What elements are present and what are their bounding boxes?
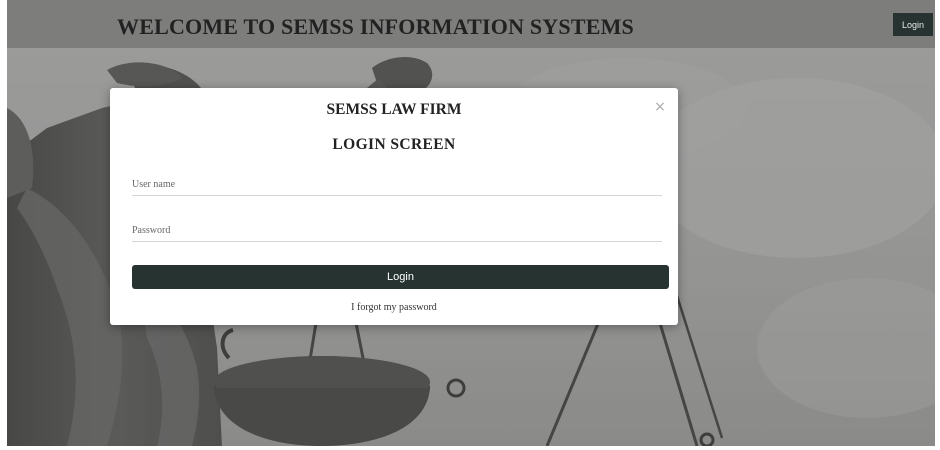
close-icon[interactable]: ×: [653, 100, 667, 114]
page-title: WELCOME TO SEMSS INFORMATION SYSTEMS: [117, 14, 634, 39]
header-login-button[interactable]: Login: [893, 13, 933, 36]
header-bar: WELCOME TO SEMSS INFORMATION SYSTEMS Log…: [7, 0, 935, 48]
modal-title: SEMSS LAW FIRM: [326, 101, 462, 118]
username-input[interactable]: [132, 174, 662, 196]
modal-subtitle: LOGIN SCREEN: [332, 136, 456, 153]
page-frame: WELCOME TO SEMSS INFORMATION SYSTEMS Log…: [7, 0, 935, 446]
password-input[interactable]: [132, 220, 662, 242]
forgot-password-link[interactable]: I forgot my password: [110, 302, 678, 313]
login-modal: SEMSS LAW FIRM × LOGIN SCREEN Login I fo…: [110, 88, 678, 325]
login-submit-button[interactable]: Login: [132, 265, 669, 289]
